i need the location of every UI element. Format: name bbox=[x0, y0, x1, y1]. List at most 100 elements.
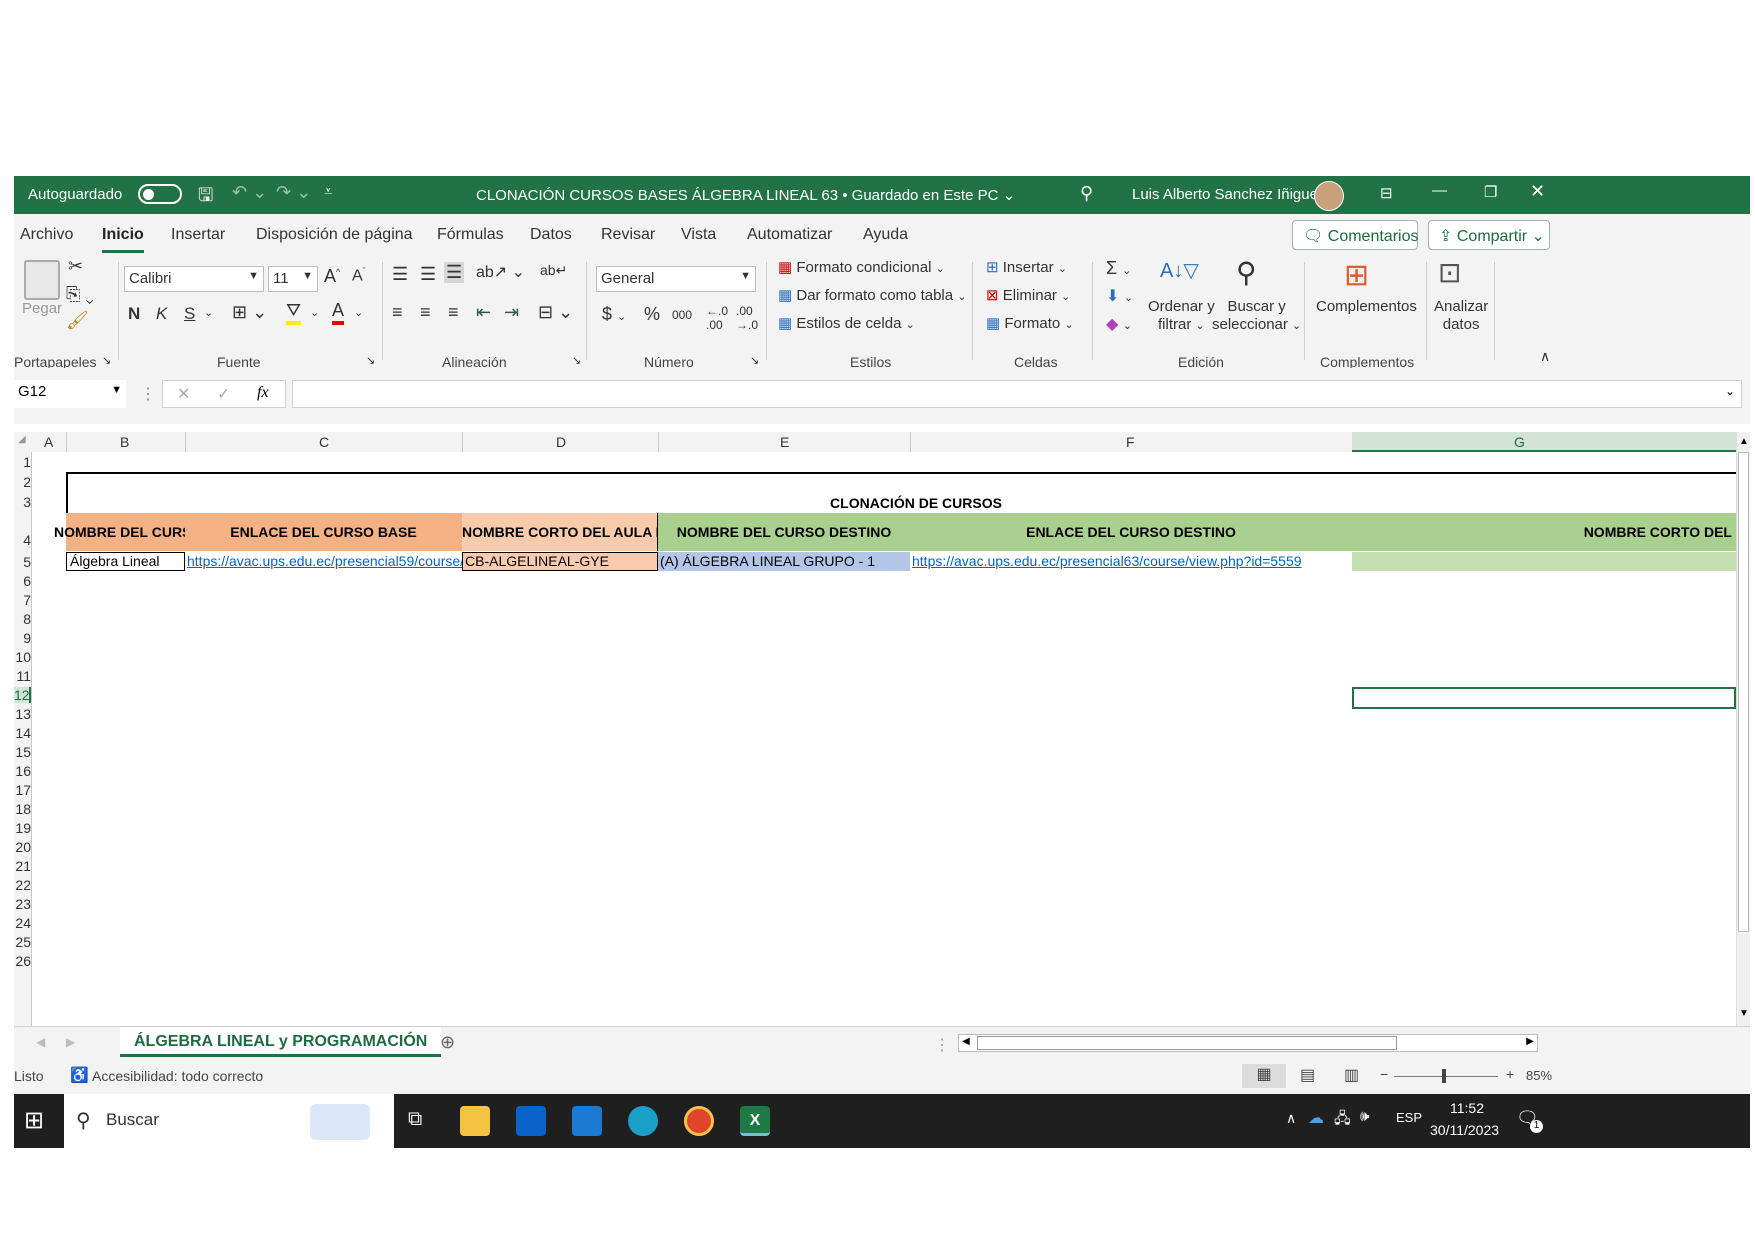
redo-icon[interactable]: ↷ ⌄ bbox=[276, 182, 311, 203]
borders-icon[interactable]: ⊞ ⌄ bbox=[232, 302, 267, 323]
cell-e5[interactable]: (A) ÁLGEBRA LINEAL GRUPO - 1 bbox=[658, 552, 910, 571]
page-layout-icon[interactable]: ▤ bbox=[1300, 1065, 1315, 1085]
row-header[interactable]: 17 bbox=[14, 782, 31, 798]
analyze-data-button[interactable]: Analizar datos bbox=[1434, 298, 1488, 334]
next-sheet-icon[interactable]: ▶ bbox=[66, 1035, 75, 1049]
fill-color-icon[interactable]: ⛛ bbox=[286, 300, 302, 325]
conditional-format-button[interactable]: ▦ Formato condicional ⌄ bbox=[778, 258, 945, 276]
align-right-icon[interactable]: ≡ bbox=[448, 302, 459, 323]
paste-icon[interactable] bbox=[24, 260, 60, 300]
percent-button[interactable]: % bbox=[644, 304, 660, 325]
row-header[interactable]: 19 bbox=[14, 820, 31, 836]
row-header[interactable]: 6 bbox=[14, 573, 31, 589]
underline-button[interactable]: S bbox=[184, 304, 195, 324]
menu-revisar[interactable]: Revisar bbox=[601, 226, 655, 244]
row-header[interactable]: 4 bbox=[14, 532, 31, 548]
autosave-toggle[interactable] bbox=[138, 184, 182, 204]
cell-styles-button[interactable]: ▦ Estilos de celda ⌄ bbox=[778, 314, 915, 332]
increase-font-icon[interactable]: A^ bbox=[324, 266, 340, 287]
fill-icon[interactable]: ⬇ ⌄ bbox=[1106, 286, 1133, 306]
confirm-icon[interactable]: ✓ bbox=[217, 384, 230, 404]
currency-icon[interactable]: $ ⌄ bbox=[602, 304, 626, 325]
add-sheet-icon[interactable]: ⊕ bbox=[440, 1032, 455, 1053]
delete-cells-button[interactable]: ⊠ Eliminar ⌄ bbox=[986, 286, 1070, 304]
taskbar-search[interactable]: ⚲ Buscar bbox=[64, 1094, 394, 1148]
bold-button[interactable]: N bbox=[128, 304, 140, 324]
ribbon-display-icon[interactable]: ⊟ bbox=[1380, 184, 1393, 202]
number-launcher-icon[interactable]: ↘ bbox=[750, 354, 759, 367]
menu-formulas[interactable]: Fórmulas bbox=[437, 226, 504, 244]
find-icon[interactable]: ⚲ bbox=[1236, 256, 1257, 289]
column-g[interactable]: G bbox=[1514, 434, 1525, 450]
align-center-icon[interactable]: ≡ bbox=[420, 302, 431, 323]
share-button[interactable]: ⇪ Compartir ⌄ bbox=[1428, 220, 1550, 250]
row-header[interactable]: 3 bbox=[14, 494, 31, 510]
row-header[interactable]: 5 bbox=[14, 554, 31, 570]
thousands-button[interactable]: 000 bbox=[672, 308, 692, 322]
row-header[interactable]: 22 bbox=[14, 877, 31, 893]
menu-archivo[interactable]: Archivo bbox=[20, 226, 73, 244]
select-all-corner[interactable]: ◢ bbox=[18, 434, 26, 445]
row-header[interactable]: 23 bbox=[14, 896, 31, 912]
menu-insertar[interactable]: Insertar bbox=[171, 226, 225, 244]
merge-center-icon[interactable]: ⊟ ⌄ bbox=[538, 302, 573, 323]
accessibility-status[interactable]: Accesibilidad: todo correcto bbox=[92, 1068, 263, 1084]
undo-icon[interactable]: ↶ ⌄ bbox=[232, 182, 267, 203]
scroll-down-icon[interactable]: ▼ bbox=[1739, 1008, 1749, 1019]
tray-chevron-icon[interactable]: ∧ bbox=[1286, 1110, 1296, 1127]
wrap-text-icon[interactable]: ab↵ bbox=[540, 262, 567, 279]
format-as-table-button[interactable]: ▦ Dar formato como tabla ⌄ bbox=[778, 286, 966, 304]
scroll-up-icon[interactable]: ▲ bbox=[1739, 436, 1749, 447]
task-view-icon[interactable]: ⧉ bbox=[408, 1108, 422, 1131]
cell-d5[interactable]: CB-ALGELINEAL-GYE bbox=[462, 552, 658, 571]
find-select-button[interactable]: Buscar y seleccionar ⌄ bbox=[1212, 298, 1301, 335]
paste-label[interactable]: Pegar bbox=[22, 300, 62, 317]
header-c[interactable]: ENLACE DEL CURSO BASE bbox=[185, 513, 462, 551]
scroll-right-icon[interactable]: ▶ bbox=[1526, 1036, 1534, 1047]
zoom-in-icon[interactable]: + bbox=[1506, 1066, 1514, 1082]
excel-taskbar-icon[interactable]: X bbox=[740, 1106, 770, 1136]
active-cell-g12[interactable] bbox=[1352, 687, 1736, 709]
insert-function-button[interactable]: fx bbox=[257, 384, 269, 402]
row-header[interactable]: 18 bbox=[14, 801, 31, 817]
zoom-slider-thumb[interactable] bbox=[1442, 1069, 1446, 1083]
menu-disposicion[interactable]: Disposición de página bbox=[256, 226, 413, 244]
chevron-down-icon[interactable]: ⌄ bbox=[354, 306, 363, 319]
cell-c5-link[interactable]: https://avac.ups.edu.ec/presencial59/cou… bbox=[185, 552, 462, 571]
header-e[interactable]: NOMBRE DEL CURSO DESTINO bbox=[658, 513, 910, 551]
sort-filter-button[interactable]: Ordenar y filtrar ⌄ bbox=[1148, 298, 1215, 335]
header-g[interactable]: NOMBRE CORTO DEL bbox=[1352, 513, 1736, 551]
insert-cells-button[interactable]: ⊞ Insertar ⌄ bbox=[986, 258, 1067, 276]
horizontal-scrollbar[interactable]: ◀ ▶ bbox=[958, 1034, 1538, 1052]
language-indicator[interactable]: ESP bbox=[1396, 1110, 1422, 1125]
save-icon[interactable]: 🖫 bbox=[198, 183, 213, 213]
decrease-decimal-icon[interactable]: .00 →.0 bbox=[736, 304, 758, 332]
comments-button[interactable]: 🗨 Comentarios bbox=[1292, 220, 1418, 250]
column-d[interactable]: D bbox=[556, 434, 566, 450]
number-format-combo[interactable]: General ▼ bbox=[596, 266, 756, 292]
align-bottom-icon[interactable]: ☰ bbox=[444, 262, 465, 283]
customize-toolbar-icon[interactable]: ⩡ bbox=[324, 183, 332, 200]
worksheet-grid[interactable]: CLONACIÓN DE CURSOS NOMBRE DEL CURSO BAS… bbox=[32, 452, 1736, 1026]
windows-start-icon[interactable]: ⊞ bbox=[24, 1106, 44, 1135]
file-explorer-icon[interactable] bbox=[460, 1106, 490, 1136]
clipboard-launcher-icon[interactable]: ↘ bbox=[102, 354, 111, 367]
scroll-left-icon[interactable]: ◀ bbox=[962, 1036, 970, 1047]
addins-button[interactable]: Complementos bbox=[1316, 298, 1417, 315]
row-header[interactable]: 9 bbox=[14, 630, 31, 646]
edge-icon[interactable] bbox=[628, 1106, 658, 1136]
row-header[interactable]: 11 bbox=[14, 668, 31, 684]
network-icon[interactable]: 🖧 bbox=[1334, 1108, 1351, 1133]
addins-icon[interactable]: ⊞ bbox=[1344, 258, 1369, 293]
align-top-icon[interactable]: ☰ bbox=[392, 264, 408, 285]
row-header[interactable]: 26 bbox=[14, 953, 31, 969]
row-header[interactable]: 10 bbox=[14, 649, 31, 665]
row-header[interactable]: 25 bbox=[14, 934, 31, 950]
alignment-launcher-icon[interactable]: ↘ bbox=[572, 354, 581, 367]
increase-decimal-icon[interactable]: ←.0.00 bbox=[706, 304, 728, 332]
column-c[interactable]: C bbox=[319, 434, 329, 450]
copy-icon[interactable]: ⎘ ⌄ bbox=[66, 284, 94, 305]
row-header[interactable]: 21 bbox=[14, 858, 31, 874]
format-painter-icon[interactable]: 🖌 bbox=[66, 310, 89, 331]
collapse-ribbon-icon[interactable]: ∧ bbox=[1540, 348, 1550, 365]
